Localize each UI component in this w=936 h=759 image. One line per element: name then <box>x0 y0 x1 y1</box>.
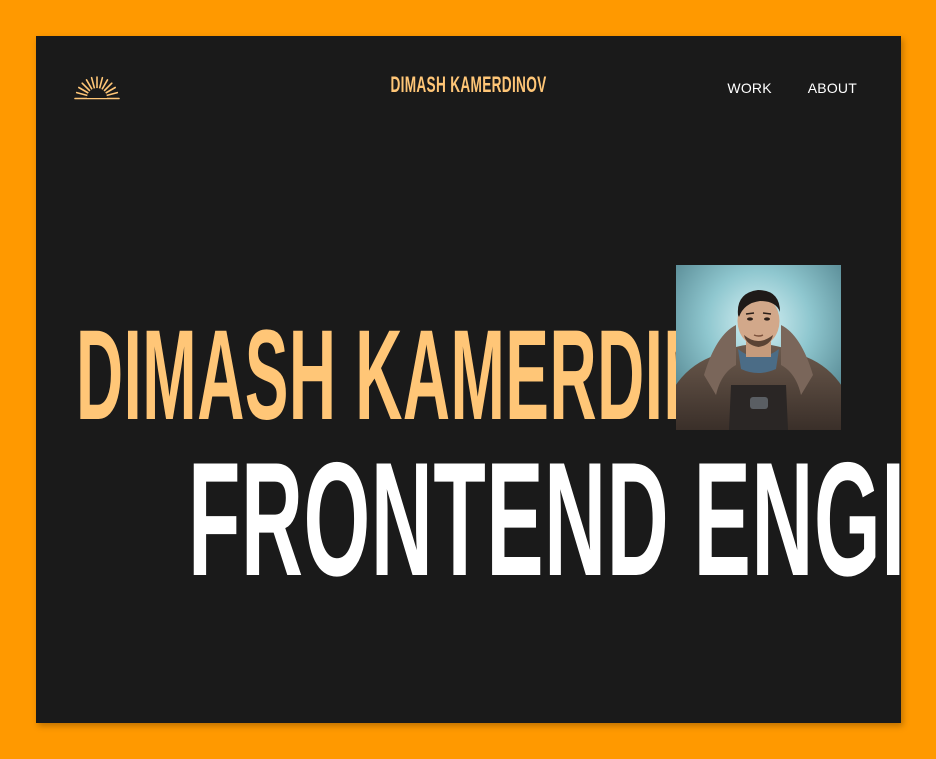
site-panel: DIMASH KAMERDINOV WORK ABOUT DIMASH KAME… <box>36 36 901 723</box>
portrait-photo <box>676 265 841 430</box>
hero-role: FRONTEND ENGINEER <box>188 429 901 610</box>
brand-title[interactable]: DIMASH KAMERDINOV <box>200 70 736 100</box>
nav-work-link[interactable]: WORK <box>727 80 771 96</box>
nav-about-link[interactable]: ABOUT <box>808 80 857 96</box>
sunrise-icon[interactable] <box>74 74 120 100</box>
avatar <box>676 265 841 430</box>
main-nav: WORK ABOUT <box>727 80 857 96</box>
